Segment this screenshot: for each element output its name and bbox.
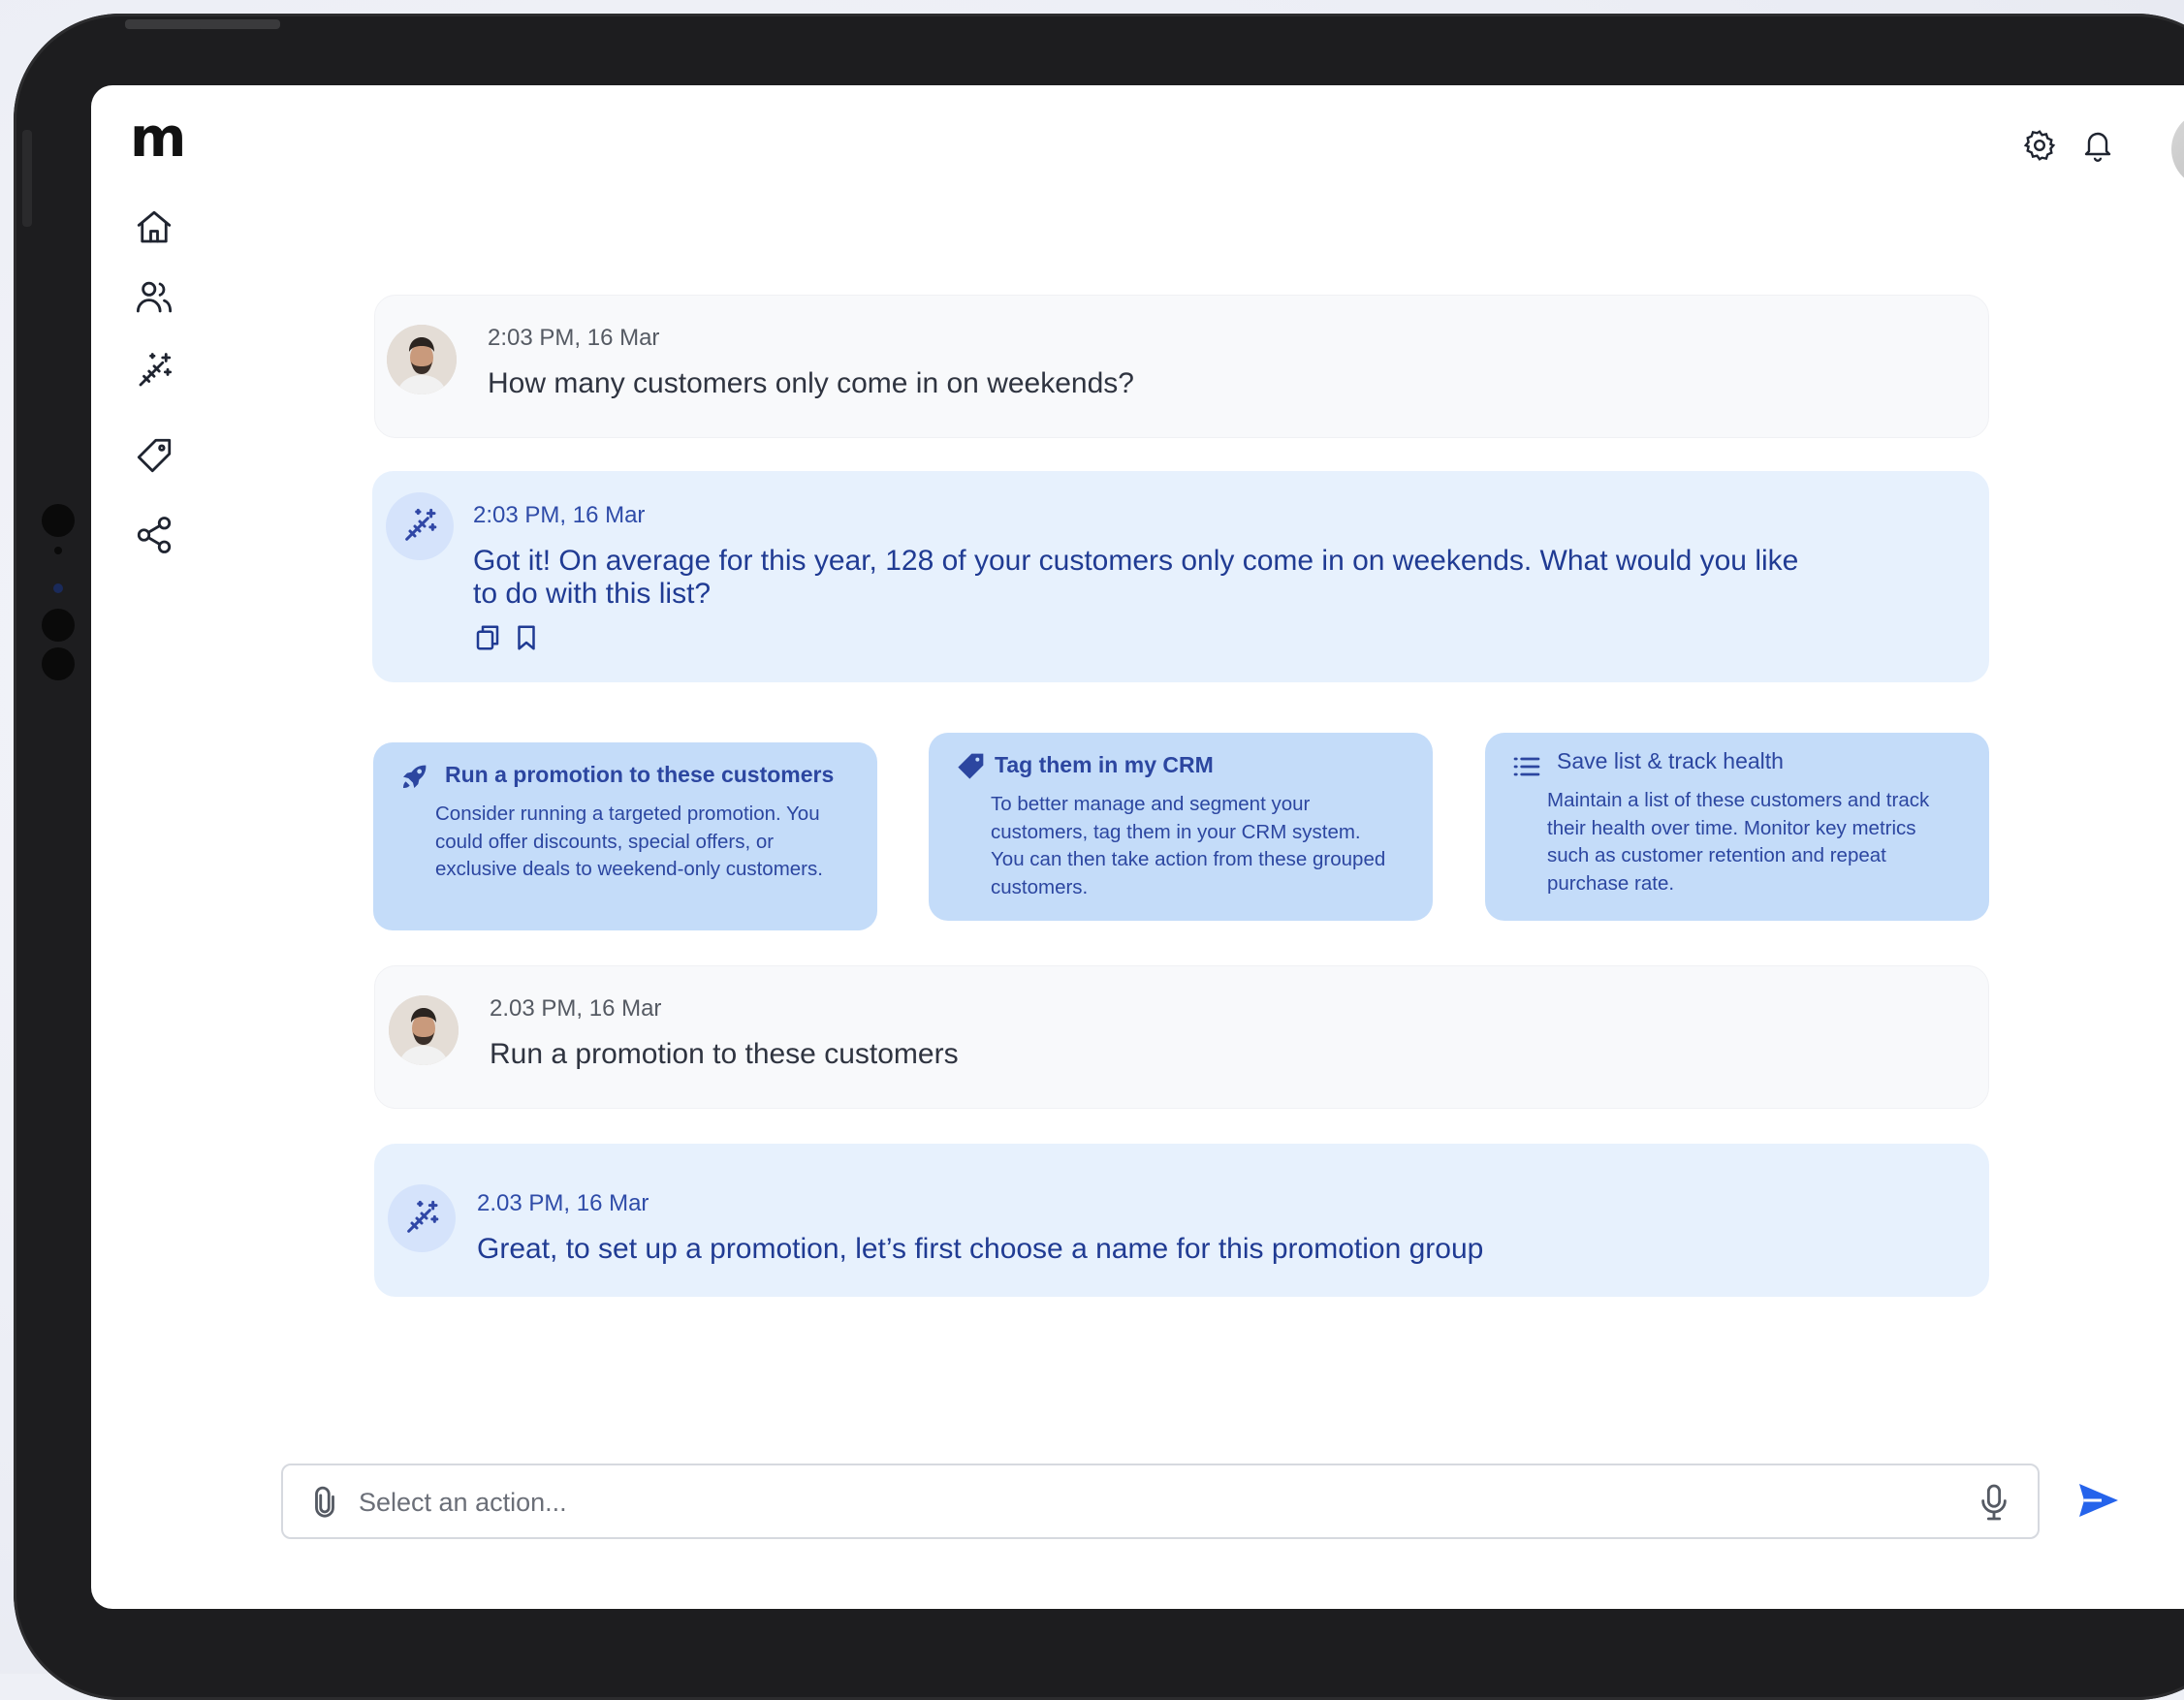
bell-icon	[2084, 132, 2111, 162]
camera-dot	[54, 547, 62, 554]
tag-icon	[137, 438, 172, 473]
copy-button[interactable]	[471, 621, 504, 654]
tag-filled-icon	[958, 753, 984, 779]
avatar	[387, 325, 457, 394]
camera-dot	[42, 504, 75, 537]
suggestion-title: Save list & track health	[1557, 748, 1784, 773]
person-avatar-icon	[389, 995, 459, 1065]
composer	[281, 1464, 2040, 1539]
camera-dot	[42, 647, 75, 680]
message-text: Got it! On average for this year, 128 of…	[473, 545, 1799, 610]
sidebar-item-tags[interactable]	[132, 433, 176, 478]
settings-button[interactable]	[2020, 126, 2059, 165]
magic-wand-icon	[405, 508, 437, 541]
suggestion-body: To better manage and segment your custom…	[991, 793, 1386, 898]
home-icon	[137, 210, 172, 243]
app-logo: m	[130, 107, 186, 170]
app-screen: m 2:03 PM, 16 Mar How many customers onl…	[91, 85, 2184, 1609]
message-text: Great, to set up a promotion, let’s firs…	[477, 1233, 1484, 1265]
list-icon	[1513, 757, 1540, 776]
microphone-icon[interactable]	[1978, 1483, 2010, 1522]
sidebar-item-customers[interactable]	[132, 275, 176, 320]
message-text: How many customers only come in on weeke…	[488, 367, 1134, 399]
suggestion-title: Run a promotion to these customers	[445, 762, 835, 787]
message-text: Run a promotion to these customers	[490, 1038, 959, 1070]
suggestion-card-promotion[interactable]: Run a promotion to these customers Consi…	[373, 742, 877, 930]
device-top-button	[125, 19, 207, 29]
user-avatar-button[interactable]	[2171, 110, 2184, 188]
send-icon	[2079, 1484, 2118, 1517]
sidebar-item-assistant[interactable]	[132, 349, 176, 394]
users-icon	[136, 281, 173, 313]
suggestion-body: Consider running a targeted promotion. Y…	[435, 803, 823, 880]
device-side-button	[22, 130, 32, 227]
bookmark-button[interactable]	[510, 621, 543, 654]
person-avatar-icon	[387, 325, 457, 394]
action-input[interactable]	[357, 1475, 1950, 1529]
suggestion-body: Maintain a list of these customers and t…	[1547, 789, 1930, 895]
suggestion-title: Tag them in my CRM	[995, 752, 1214, 777]
message-timestamp: 2.03 PM, 16 Mar	[477, 1190, 649, 1216]
camera-lens	[53, 583, 63, 593]
copy-icon	[476, 625, 499, 650]
assistant-avatar	[388, 1184, 456, 1252]
camera-dot	[42, 609, 75, 642]
chat-message-assistant: 2.03 PM, 16 Mar Great, to set up a promo…	[374, 1144, 1989, 1297]
share-icon	[137, 517, 172, 553]
suggestion-card-crm-tag[interactable]: Tag them in my CRM To better manage and …	[929, 733, 1433, 921]
device-top-button	[198, 19, 280, 29]
suggestion-card-save-list[interactable]: Save list & track health Maintain a list…	[1485, 733, 1989, 921]
assistant-avatar	[386, 492, 454, 560]
notifications-button[interactable]	[2078, 126, 2117, 165]
avatar	[389, 995, 459, 1065]
chat-message-user: 2.03 PM, 16 Mar Run a promotion to these…	[374, 965, 1989, 1109]
gear-icon	[2023, 130, 2056, 161]
chat-message-user: 2:03 PM, 16 Mar How many customers only …	[374, 295, 1989, 438]
magic-wand-icon	[139, 353, 173, 387]
magic-wand-icon	[407, 1200, 439, 1233]
chat-message-assistant: 2:03 PM, 16 Mar Got it! On average for t…	[372, 471, 1989, 682]
message-timestamp: 2:03 PM, 16 Mar	[488, 325, 660, 351]
message-timestamp: 2.03 PM, 16 Mar	[490, 995, 662, 1022]
paperclip-icon[interactable]	[308, 1485, 341, 1520]
send-button[interactable]	[2065, 1462, 2133, 1539]
sidebar-item-home[interactable]	[132, 205, 176, 250]
sidebar-item-integrations[interactable]	[132, 513, 176, 557]
rocket-icon	[403, 765, 427, 788]
message-timestamp: 2:03 PM, 16 Mar	[473, 502, 646, 528]
bookmark-icon	[518, 625, 535, 650]
